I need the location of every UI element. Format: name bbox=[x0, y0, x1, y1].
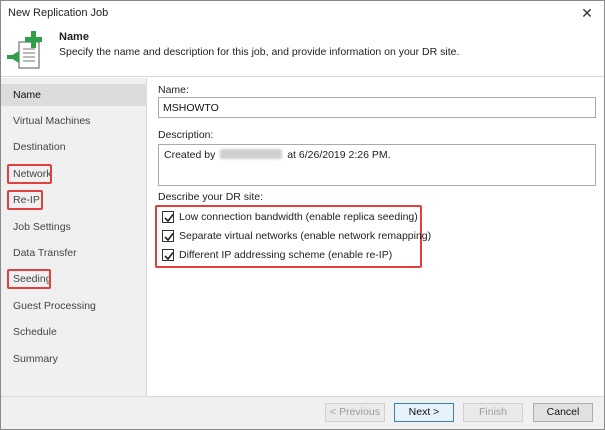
description-suffix: at 6/26/2019 2:26 PM. bbox=[287, 149, 391, 161]
different-ip-checkbox[interactable] bbox=[162, 249, 174, 261]
window-title: New Replication Job bbox=[8, 7, 109, 19]
separate-networks-label: Separate virtual networks (enable networ… bbox=[179, 230, 432, 242]
wizard-footer: < Previous Next > Finish Cancel bbox=[1, 396, 604, 429]
sidebar-item-summary[interactable]: Summary bbox=[1, 348, 147, 370]
previous-button[interactable]: < Previous bbox=[325, 403, 385, 422]
low-bandwidth-label: Low connection bandwidth (enable replica… bbox=[179, 211, 418, 223]
next-button[interactable]: Next > bbox=[394, 403, 454, 422]
low-bandwidth-checkbox[interactable] bbox=[162, 211, 174, 223]
dr-site-label: Describe your DR site: bbox=[158, 191, 264, 203]
description-label: Description: bbox=[158, 129, 214, 141]
finish-button[interactable]: Finish bbox=[463, 403, 523, 422]
sidebar-item-guest-processing[interactable]: Guest Processing bbox=[1, 295, 147, 317]
wizard-steps-sidebar: Name Virtual Machines Destination Networ… bbox=[1, 78, 147, 396]
name-label: Name: bbox=[158, 84, 189, 96]
different-ip-label: Different IP addressing scheme (enable r… bbox=[179, 249, 393, 261]
separate-networks-checkbox[interactable] bbox=[162, 230, 174, 242]
sidebar-item-name[interactable]: Name bbox=[1, 84, 147, 106]
re-ip-highlight-box bbox=[7, 190, 43, 210]
header-description: Specify the name and description for thi… bbox=[59, 46, 460, 58]
sidebar-item-schedule[interactable]: Schedule bbox=[1, 321, 147, 343]
sidebar-item-virtual-machines[interactable]: Virtual Machines bbox=[1, 110, 147, 132]
cancel-button[interactable]: Cancel bbox=[533, 403, 593, 422]
checkmark-icon bbox=[164, 252, 174, 261]
header-title: Name bbox=[59, 31, 89, 43]
name-input[interactable] bbox=[158, 97, 596, 118]
sidebar-item-data-transfer[interactable]: Data Transfer bbox=[1, 242, 147, 264]
wizard-header: Name Specify the name and description fo… bbox=[1, 27, 604, 77]
sidebar-item-job-settings[interactable]: Job Settings bbox=[1, 216, 147, 238]
new-replication-job-window: New Replication Job ✕ Name Specify the n… bbox=[0, 0, 605, 430]
seeding-highlight-box bbox=[7, 269, 51, 289]
title-bar: New Replication Job ✕ bbox=[1, 1, 604, 27]
description-prefix: Created by bbox=[164, 149, 216, 161]
checkmark-icon bbox=[164, 214, 174, 223]
checkmark-icon bbox=[164, 233, 174, 242]
redacted-username bbox=[220, 149, 283, 159]
sidebar-item-destination[interactable]: Destination bbox=[1, 136, 147, 158]
description-textarea[interactable]: Created by at 6/26/2019 2:26 PM. bbox=[158, 144, 596, 186]
new-job-plus-icon bbox=[7, 31, 42, 69]
close-icon[interactable]: ✕ bbox=[580, 6, 594, 21]
network-highlight-box bbox=[7, 164, 52, 184]
wizard-content: Name: Description: Created by at 6/26/20… bbox=[147, 78, 604, 396]
